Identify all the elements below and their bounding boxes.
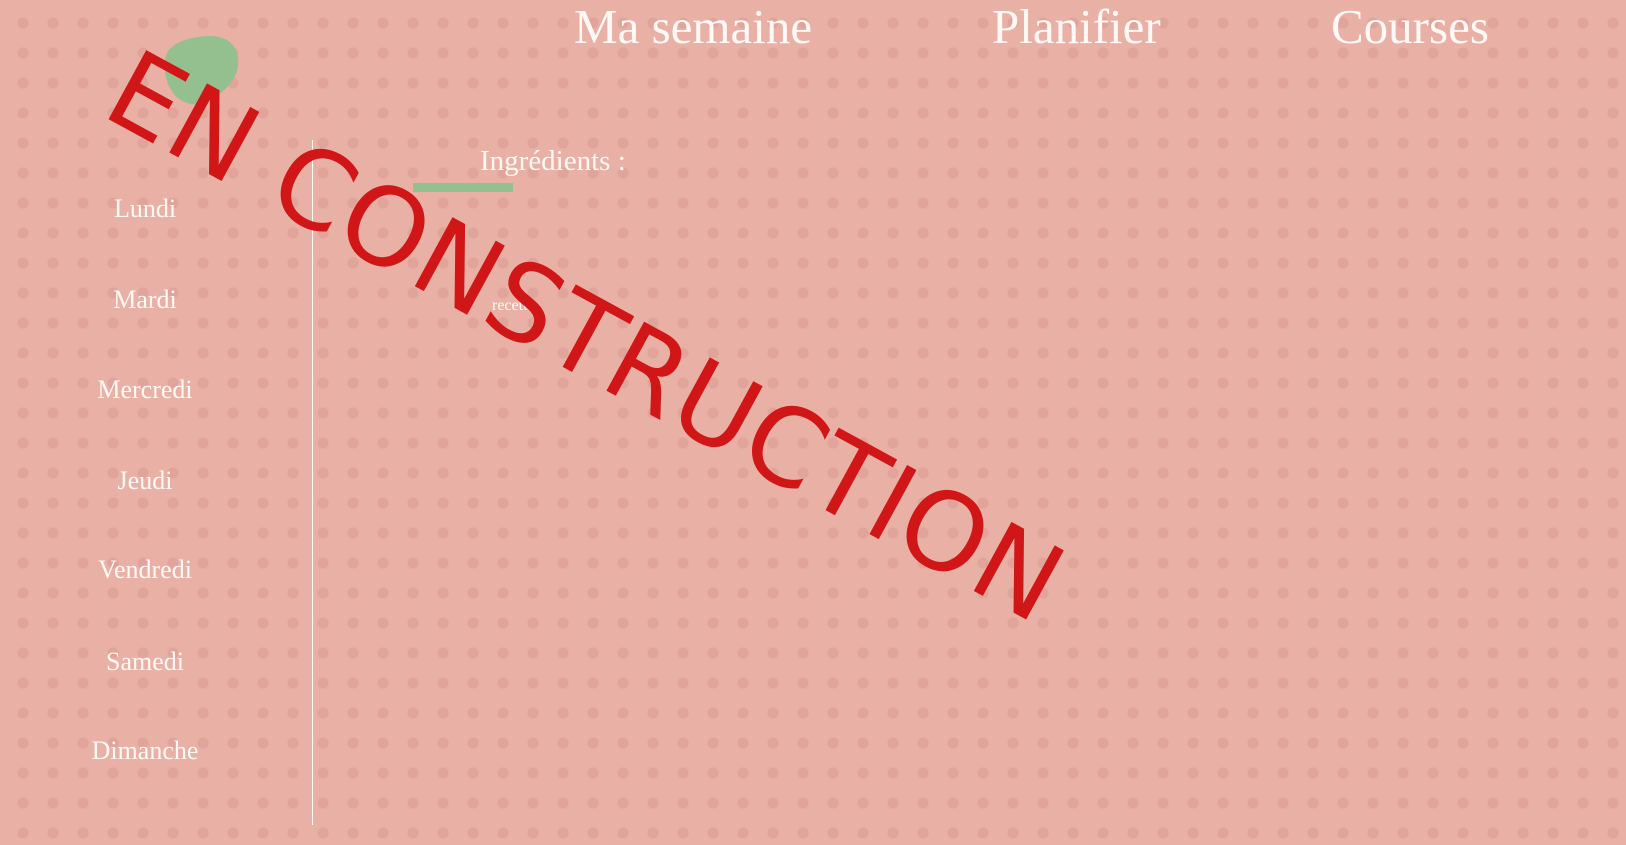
sidebar-item-jeudi[interactable]: Jeudi — [0, 464, 290, 498]
sidebar-divider — [312, 140, 313, 825]
sidebar-item-lundi[interactable]: Lundi — [0, 192, 290, 226]
nav-ma-semaine[interactable]: Ma semaine — [574, 0, 812, 56]
ingredients-underline — [413, 183, 513, 192]
sidebar-item-samedi[interactable]: Samedi — [0, 645, 290, 679]
sidebar-item-dimanche[interactable]: Dimanche — [0, 734, 290, 768]
day-sidebar: Lundi Mardi Mercredi Jeudi Vendredi Same… — [0, 180, 290, 780]
nav-courses[interactable]: Courses — [1331, 0, 1489, 56]
logo-blob-icon[interactable] — [158, 36, 240, 108]
nav-planifier[interactable]: Planifier — [992, 0, 1161, 56]
sidebar-item-vendredi[interactable]: Vendredi — [0, 553, 290, 587]
logo-blob-shape — [164, 36, 239, 105]
top-navigation: Ma semaine Planifier Courses — [560, 0, 1540, 60]
sidebar-item-mardi[interactable]: Mardi — [0, 283, 290, 317]
ingredients-heading: Ingrédients : — [480, 145, 626, 177]
recipe-link[interactable]: recette — [492, 296, 535, 316]
sidebar-item-mercredi[interactable]: Mercredi — [0, 373, 290, 407]
